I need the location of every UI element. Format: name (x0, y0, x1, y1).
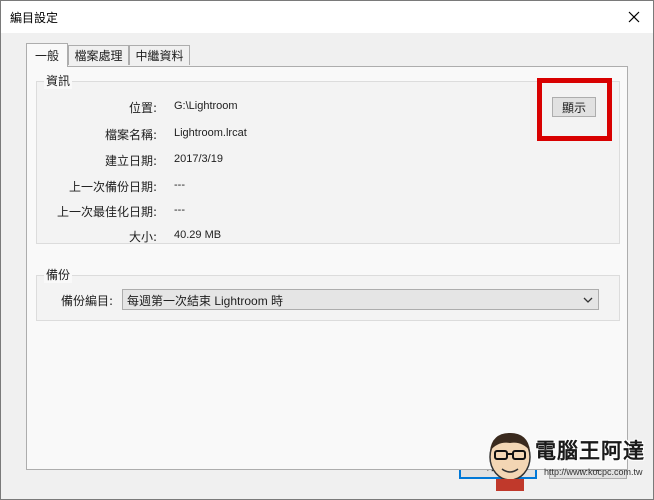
general-tab-panel: 資訊 位置: G:\Lightroom 檔案名稱: Lightroom.lrca… (26, 66, 628, 470)
last-backup-value: --- (174, 179, 185, 191)
show-button-label: 顯示 (561, 100, 586, 115)
last-optimize-value: --- (174, 204, 185, 216)
last-optimize-label: 上一次最佳化日期: (56, 205, 157, 219)
backup-catalog-label: 備份編目: (61, 294, 114, 308)
filename-value: Lightroom.lrcat (174, 127, 247, 139)
tab-label: 中繼資料 (135, 49, 184, 63)
backup-group: 備份 備份編目: 每週第一次結束 Lightroom 時 (36, 266, 620, 321)
filename-label: 檔案名稱: (104, 128, 157, 142)
backup-group-title: 備份 (44, 266, 73, 283)
chevron-down-icon (583, 297, 593, 303)
tab-label: 一般 (34, 49, 59, 63)
window-title: 編目設定 (10, 11, 59, 25)
size-label: 大小: (128, 230, 157, 244)
tab-metadata[interactable]: 中繼資料 (129, 45, 190, 65)
catalog-settings-dialog: 編目設定 一般 檔案處理 中繼資料 資訊 位置: G:\Lightroom 檔案… (0, 0, 654, 500)
info-group-title: 資訊 (44, 72, 73, 89)
mascot-logo-icon (489, 433, 531, 491)
tab-label: 檔案處理 (74, 49, 123, 63)
close-button[interactable] (621, 5, 647, 29)
created-date-value: 2017/3/19 (174, 153, 223, 165)
created-date-label: 建立日期: (104, 154, 157, 168)
tab-general[interactable]: 一般 (26, 43, 68, 67)
watermark-url: http://www.kocpc.com.tw (544, 467, 643, 477)
site-watermark: 電腦王阿達 http://www.kocpc.com.tw (480, 419, 650, 497)
location-label: 位置: (128, 101, 157, 115)
tab-file-handling[interactable]: 檔案處理 (68, 45, 129, 65)
watermark-title: 電腦王阿達 (535, 439, 645, 463)
show-button[interactable]: 顯示 (552, 97, 596, 117)
title-bar: 編目設定 (1, 1, 653, 33)
backup-frequency-value: 每週第一次結束 Lightroom 時 (127, 294, 284, 308)
backup-frequency-select[interactable]: 每週第一次結束 Lightroom 時 (122, 289, 599, 310)
last-backup-label: 上一次備份日期: (68, 180, 157, 194)
info-group: 資訊 位置: G:\Lightroom 檔案名稱: Lightroom.lrca… (36, 72, 620, 244)
close-icon (628, 11, 640, 23)
location-value: G:\Lightroom (174, 100, 238, 112)
size-value: 40.29 MB (174, 229, 222, 241)
